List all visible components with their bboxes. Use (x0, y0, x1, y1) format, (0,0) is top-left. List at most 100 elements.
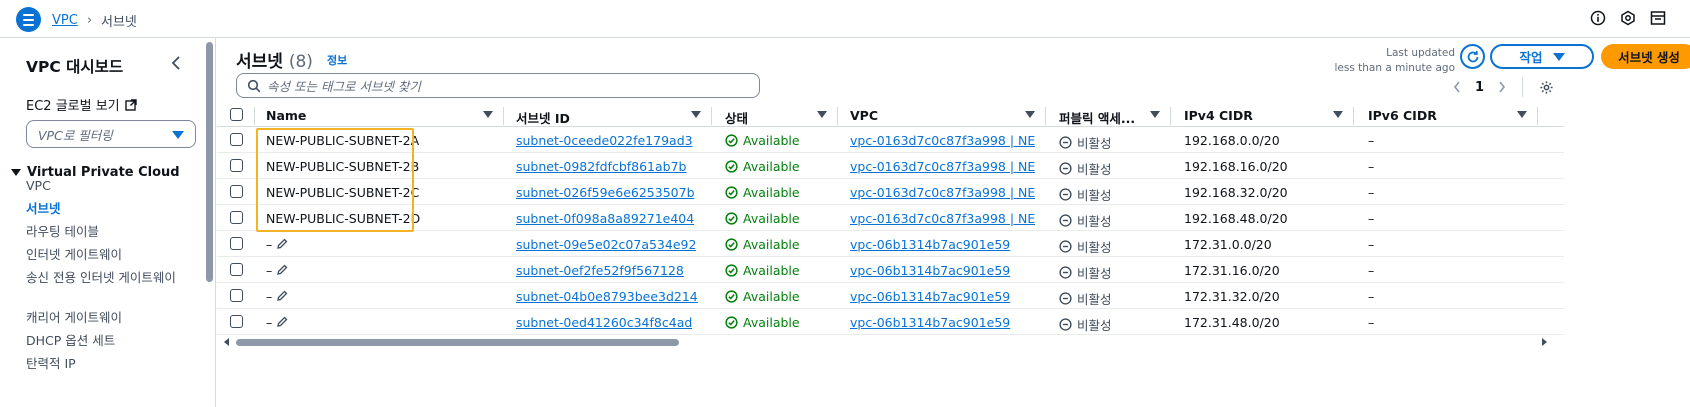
cell-vpc-link[interactable]: vpc-0163d7c0c87f3a998 | NEW... (850, 185, 1035, 200)
breadcrumb: VPC › 서브넷 (52, 11, 137, 30)
prev-page-icon[interactable] (1453, 81, 1461, 93)
search-input[interactable]: 속성 또는 태그로 서브넷 찾기 (236, 73, 760, 98)
sort-caret-icon[interactable] (1517, 111, 1527, 118)
info-icon[interactable] (1590, 10, 1606, 26)
status-disabled-icon (1059, 214, 1072, 227)
column-header-subnet-id[interactable]: 서브넷 ID (516, 108, 570, 127)
edit-pencil-icon[interactable] (276, 238, 288, 250)
cell-vpc-link[interactable]: vpc-06b1314b7ac901e59 (850, 263, 1035, 278)
sidebar-scrollbar[interactable] (206, 42, 213, 282)
sort-caret-icon[interactable] (1150, 111, 1160, 118)
column-header-ipv4-cidr[interactable]: IPv4 CIDR (1184, 108, 1253, 123)
status-available-icon (725, 212, 738, 225)
sidebar-item-egress-only-igw[interactable]: 송신 전용 인터넷 게이트웨이 (26, 269, 176, 286)
row-checkbox[interactable] (230, 289, 243, 302)
cell-vpc-link[interactable]: vpc-0163d7c0c87f3a998 | NEW... (850, 133, 1035, 148)
cell-vpc-link[interactable]: vpc-06b1314b7ac901e59 (850, 237, 1035, 252)
cell-state-text: Available (743, 263, 800, 278)
cell-subnet-id-link[interactable]: subnet-0ef2fe52f9f567128 (516, 263, 684, 278)
row-checkbox[interactable] (230, 185, 243, 198)
row-checkbox[interactable] (230, 315, 243, 328)
cell-ipv6-cidr: – (1368, 263, 1375, 278)
sidebar-item-route-tables[interactable]: 라우팅 테이블 (26, 223, 186, 240)
row-checkbox[interactable] (230, 159, 243, 172)
sidebar-item-internet-gateways[interactable]: 인터넷 게이트웨이 (26, 246, 186, 263)
next-page-icon[interactable] (1498, 81, 1506, 93)
sort-caret-icon[interactable] (691, 111, 701, 118)
sidebar-ec2-global-view[interactable]: EC2 글로벌 보기 (26, 95, 137, 114)
sort-caret-icon[interactable] (483, 111, 493, 118)
scroll-left-icon[interactable] (224, 338, 229, 346)
table-row[interactable]: – subnet-09e5e02c07a534e92 Available vpc-06… (217, 231, 1564, 257)
cell-public-access: 비활성 (1059, 237, 1112, 256)
info-link[interactable]: 정보 (327, 52, 347, 68)
row-checkbox[interactable] (230, 133, 243, 146)
breadcrumb-vpc-link[interactable]: VPC (52, 13, 78, 28)
sidebar-item-subnets[interactable]: 서브넷 (26, 200, 186, 217)
cell-subnet-id-link[interactable]: subnet-0ed41260c34f8c4ad (516, 315, 692, 330)
menu-icon[interactable] (16, 7, 41, 32)
table-row[interactable]: NEW-PUBLIC-SUBNET-2C subnet-026f59e6e6253… (217, 179, 1564, 205)
sort-caret-icon[interactable] (1333, 111, 1343, 118)
cell-public-access-text: 비활성 (1077, 292, 1112, 307)
notifications-panel-icon[interactable] (1650, 10, 1666, 26)
row-checkbox[interactable] (230, 211, 243, 224)
cell-vpc-link[interactable]: vpc-0163d7c0c87f3a998 | NEW... (850, 211, 1035, 226)
cell-ipv6-cidr: – (1368, 237, 1375, 252)
edit-pencil-icon[interactable] (276, 316, 288, 328)
vpc-filter-select[interactable]: VPC로 필터링 (26, 120, 196, 148)
gear-icon[interactable] (1539, 80, 1554, 95)
sort-caret-icon[interactable] (817, 111, 827, 118)
table-row[interactable]: – subnet-0ef2fe52f9f567128 Available vpc-06… (217, 257, 1564, 283)
table-row[interactable]: – subnet-04b0e8793bee3d214 Available vpc-06… (217, 283, 1564, 309)
table-row[interactable]: NEW-PUBLIC-SUBNET-2D subnet-0f098a8a89271… (217, 205, 1564, 231)
cell-public-access-text: 비활성 (1077, 188, 1112, 203)
edit-pencil-icon[interactable] (276, 290, 288, 302)
sort-caret-icon[interactable] (1025, 111, 1035, 118)
column-header-ipv6-cidr[interactable]: IPv6 CIDR (1368, 108, 1437, 123)
column-header-state[interactable]: 상태 (725, 108, 748, 127)
sidebar-item-elastic-ip[interactable]: 탄력적 IP (26, 355, 186, 372)
actions-dropdown-button[interactable]: 작업 (1490, 44, 1594, 69)
cell-subnet-id-link[interactable]: subnet-04b0e8793bee3d214 (516, 289, 698, 304)
cell-name: – (266, 289, 288, 304)
cell-name: NEW-PUBLIC-SUBNET-2D (266, 211, 420, 226)
status-disabled-icon (1059, 292, 1072, 305)
scroll-right-icon[interactable] (1542, 338, 1547, 346)
sidebar-title[interactable]: VPC 대시보드 (26, 55, 123, 77)
status-available-icon (725, 238, 738, 251)
table-row[interactable]: – subnet-0ed41260c34f8c4ad Available vpc-06… (217, 309, 1564, 335)
settings-hex-icon[interactable] (1620, 10, 1636, 26)
cell-state-text: Available (743, 211, 800, 226)
page-title: 서브넷 (8) (236, 47, 313, 72)
select-all-checkbox[interactable] (230, 108, 243, 121)
table-row[interactable]: NEW-PUBLIC-SUBNET-2A subnet-0ceede022fe17… (217, 127, 1564, 153)
horizontal-scrollbar-thumb[interactable] (236, 339, 679, 346)
column-header-vpc[interactable]: VPC (850, 108, 878, 123)
cell-subnet-id-link[interactable]: subnet-0ceede022fe179ad3 (516, 133, 693, 148)
cell-subnet-id-link[interactable]: subnet-09e5e02c07a534e92 (516, 237, 696, 252)
current-page[interactable]: 1 (1475, 80, 1484, 95)
table-row[interactable]: NEW-PUBLIC-SUBNET-2B subnet-0982fdfcbf861… (217, 153, 1564, 179)
sidebar-item-vpc[interactable]: VPC (26, 177, 186, 194)
column-header-public-access[interactable]: 퍼블릭 액세... (1059, 108, 1135, 127)
cell-vpc-link[interactable]: vpc-06b1314b7ac901e59 (850, 289, 1035, 304)
cell-subnet-id-link[interactable]: subnet-026f59e6e6253507b (516, 185, 695, 200)
column-header-name[interactable]: Name (266, 108, 306, 123)
cell-vpc-link[interactable]: vpc-0163d7c0c87f3a998 | NEW... (850, 159, 1035, 174)
cell-subnet-id-link[interactable]: subnet-0f098a8a89271e404 (516, 211, 694, 226)
refresh-button[interactable] (1460, 44, 1485, 69)
sidebar-item-dhcp-options[interactable]: DHCP 옵션 세트 (26, 332, 186, 349)
sidebar-item-carrier-gateways[interactable]: 캐리어 게이트웨이 (26, 309, 186, 326)
edit-pencil-icon[interactable] (276, 264, 288, 276)
collapse-sidebar-icon[interactable] (170, 56, 182, 70)
status-available-icon (725, 316, 738, 329)
cell-subnet-id-link[interactable]: subnet-0982fdfcbf861ab7b (516, 159, 687, 174)
actions-label: 작업 (1519, 50, 1543, 65)
row-checkbox[interactable] (230, 263, 243, 276)
create-subnet-button[interactable]: 서브넷 생성 (1601, 44, 1690, 69)
cell-name: – (266, 237, 288, 252)
horizontal-scrollbar[interactable] (236, 338, 1540, 348)
cell-vpc-link[interactable]: vpc-06b1314b7ac901e59 (850, 315, 1035, 330)
row-checkbox[interactable] (230, 237, 243, 250)
